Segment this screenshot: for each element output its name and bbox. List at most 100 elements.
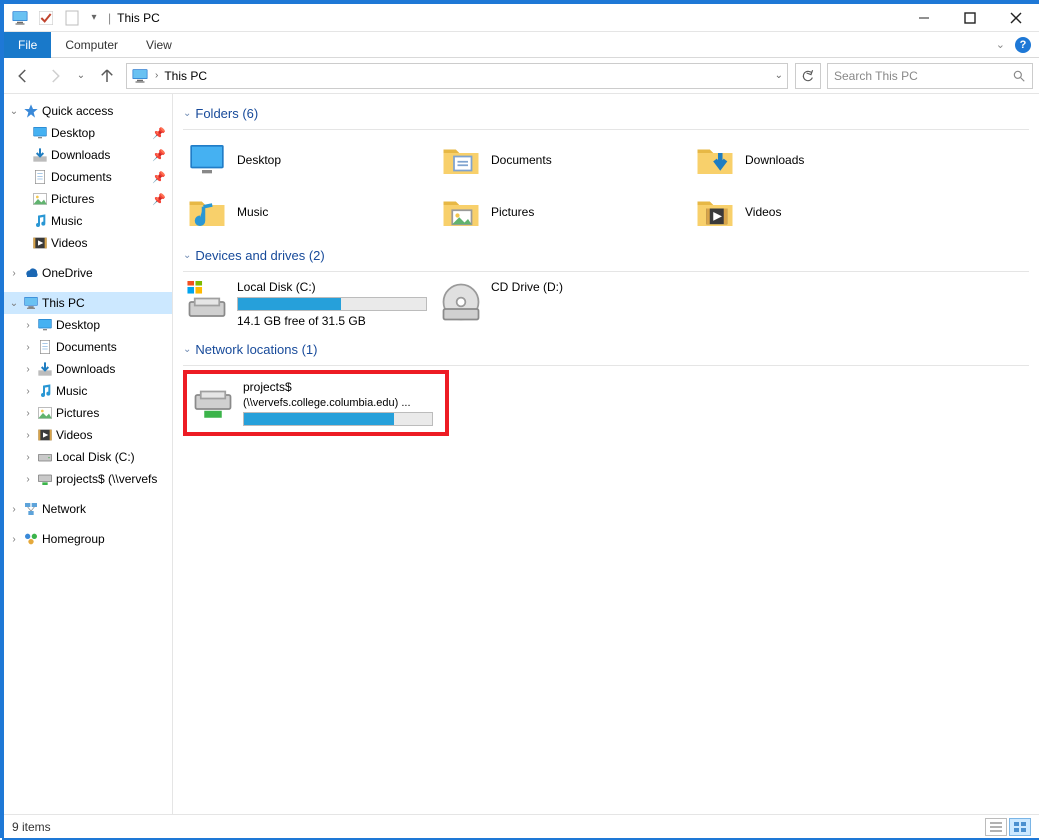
folder-desktop[interactable]: Desktop [183, 134, 437, 186]
ribbon: File Computer View ⌄ ? [4, 32, 1039, 58]
tree-item-videos[interactable]: Videos [4, 232, 172, 254]
refresh-button[interactable] [795, 63, 821, 89]
minimize-button[interactable] [901, 4, 947, 32]
status-item-count: 9 items [12, 820, 51, 834]
tree-pc-local-disk[interactable]: ›Local Disk (C:) [4, 446, 172, 468]
desktop-icon [32, 125, 48, 141]
tree-pc-videos[interactable]: ›Videos [4, 424, 172, 446]
qat-dropdown-icon[interactable]: ▾ [88, 8, 100, 28]
ribbon-tab-file[interactable]: File [4, 32, 51, 58]
view-tiles-button[interactable] [1009, 818, 1031, 836]
highlighted-network-drive: projects$ (\\vervefs.college.columbia.ed… [183, 370, 449, 436]
drive-cd[interactable]: CD Drive (D:) [437, 276, 691, 332]
pin-icon: 📌 [152, 171, 166, 184]
title-bar: ▾ | This PC [4, 4, 1039, 32]
navigation-tree: ⌄ Quick access Desktop📌 Downloads📌 Docum… [4, 94, 173, 814]
documents-icon [37, 339, 53, 355]
drive-local-disk[interactable]: Local Disk (C:) 14.1 GB free of 31.5 GB [183, 276, 437, 332]
folder-pictures[interactable]: Pictures [437, 186, 691, 238]
ribbon-expand-icon[interactable]: ⌄ [996, 38, 1005, 51]
pictures-icon [439, 190, 483, 234]
tree-pc-downloads[interactable]: ›Downloads [4, 358, 172, 380]
ribbon-tab-computer[interactable]: Computer [51, 32, 132, 58]
group-header-folders[interactable]: ⌄Folders (6) [183, 102, 1029, 129]
tree-pc-music[interactable]: ›Music [4, 380, 172, 402]
view-details-button[interactable] [985, 818, 1007, 836]
search-icon [1012, 69, 1026, 83]
chevron-right-icon[interactable]: › [155, 70, 158, 81]
folder-videos[interactable]: Videos [691, 186, 945, 238]
tree-network[interactable]: ›Network [4, 498, 172, 520]
documents-icon [439, 138, 483, 182]
tree-item-pictures[interactable]: Pictures📌 [4, 188, 172, 210]
qat-properties-icon[interactable] [36, 8, 56, 28]
chevron-right-icon[interactable]: › [22, 320, 34, 331]
netdrive-path: (\\vervefs.college.columbia.edu) ... [243, 397, 433, 409]
monitor-icon [23, 295, 39, 311]
disk-icon [37, 449, 53, 465]
nav-forward-button[interactable] [42, 63, 68, 89]
tree-homegroup[interactable]: ›Homegroup [4, 528, 172, 550]
cd-icon [439, 280, 483, 324]
chevron-down-icon[interactable]: ⌄ [8, 298, 20, 309]
chevron-right-icon[interactable]: › [22, 452, 34, 463]
chevron-right-icon[interactable]: › [22, 342, 34, 353]
tree-item-desktop[interactable]: Desktop📌 [4, 122, 172, 144]
music-icon [37, 383, 53, 399]
address-dropdown-icon[interactable]: ⌄ [775, 70, 783, 81]
drive-name: Local Disk (C:) [237, 280, 427, 294]
videos-icon [32, 235, 48, 251]
netdrive-name: projects$ [243, 380, 433, 394]
close-button[interactable] [993, 4, 1039, 32]
tree-pc-desktop[interactable]: ›Desktop [4, 314, 172, 336]
address-bar[interactable]: › This PC ⌄ [126, 63, 788, 89]
window-title: This PC [113, 11, 160, 25]
tree-item-downloads[interactable]: Downloads📌 [4, 144, 172, 166]
folder-downloads[interactable]: Downloads [691, 134, 945, 186]
tree-quick-access[interactable]: ⌄ Quick access [4, 100, 172, 122]
chevron-right-icon[interactable]: › [22, 430, 34, 441]
chevron-right-icon[interactable]: › [22, 364, 34, 375]
tree-this-pc[interactable]: ⌄This PC [4, 292, 172, 314]
qat-app-icon[interactable] [10, 8, 30, 28]
group-header-drives[interactable]: ⌄Devices and drives (2) [183, 244, 1029, 271]
music-icon [32, 213, 48, 229]
tree-pc-documents[interactable]: ›Documents [4, 336, 172, 358]
folder-music[interactable]: Music [183, 186, 437, 238]
nav-up-button[interactable] [94, 63, 120, 89]
folder-documents[interactable]: Documents [437, 134, 691, 186]
downloads-icon [693, 138, 737, 182]
navigation-bar: ⌄ › This PC ⌄ Search This PC [4, 58, 1039, 94]
chevron-right-icon[interactable]: › [8, 534, 20, 545]
breadcrumb[interactable]: This PC [164, 69, 207, 83]
nav-recent-button[interactable]: ⌄ [74, 63, 88, 89]
chevron-right-icon[interactable]: › [22, 408, 34, 419]
nav-back-button[interactable] [10, 63, 36, 89]
music-icon [185, 190, 229, 234]
maximize-button[interactable] [947, 4, 993, 32]
chevron-right-icon[interactable]: › [22, 474, 34, 485]
chevron-down-icon[interactable]: ⌄ [8, 106, 20, 117]
drive-network-projects[interactable]: projects$ (\\vervefs.college.columbia.ed… [189, 376, 443, 430]
tree-onedrive[interactable]: ›OneDrive [4, 262, 172, 284]
chevron-right-icon[interactable]: › [8, 268, 20, 279]
chevron-right-icon[interactable]: › [22, 386, 34, 397]
chevron-right-icon[interactable]: › [8, 504, 20, 515]
search-input[interactable]: Search This PC [827, 63, 1033, 89]
search-placeholder: Search This PC [834, 69, 918, 83]
homegroup-icon [23, 531, 39, 547]
videos-icon [37, 427, 53, 443]
pictures-icon [32, 191, 48, 207]
help-button[interactable]: ? [1015, 37, 1031, 53]
group-header-network[interactable]: ⌄Network locations (1) [183, 338, 1029, 365]
chevron-down-icon: ⌄ [183, 108, 191, 119]
tree-pc-pictures[interactable]: ›Pictures [4, 402, 172, 424]
qat-new-icon[interactable] [62, 8, 82, 28]
tree-item-documents[interactable]: Documents📌 [4, 166, 172, 188]
status-bar: 9 items [4, 814, 1039, 838]
tree-pc-netdrive[interactable]: ›projects$ (\\vervefs [4, 468, 172, 490]
content-area: ⌄Folders (6) Desktop Documents Downloads… [173, 94, 1039, 814]
ribbon-tab-view[interactable]: View [132, 32, 186, 58]
disk-icon [185, 280, 229, 324]
tree-item-music[interactable]: Music [4, 210, 172, 232]
